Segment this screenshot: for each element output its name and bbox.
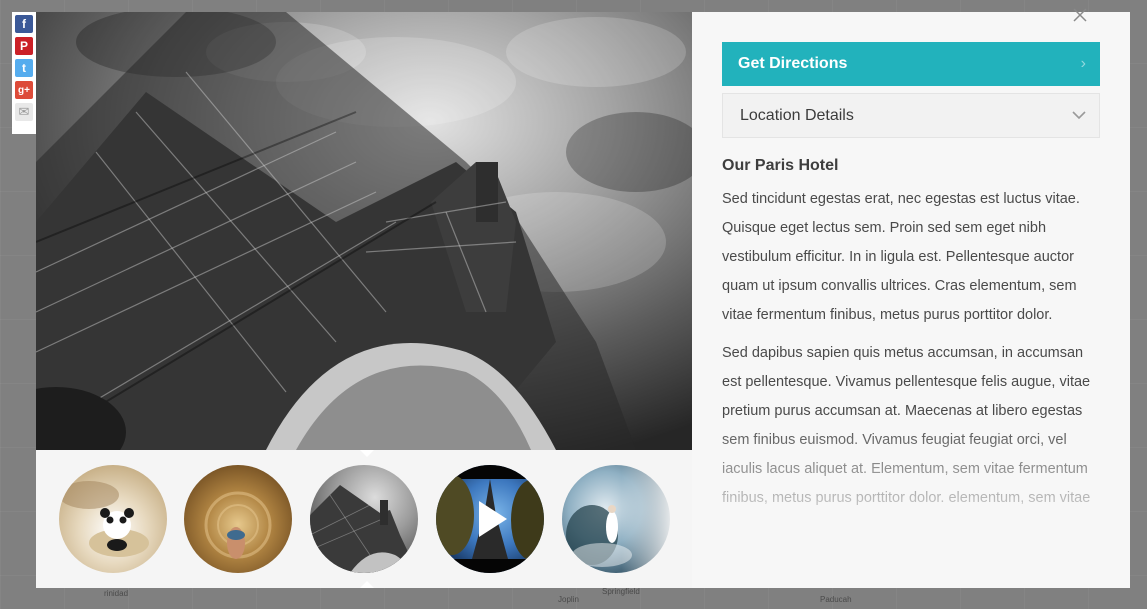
thumbnail-video[interactable] [436, 465, 544, 573]
share-email-button[interactable]: ✉ [15, 103, 33, 121]
chevron-down-icon [1072, 111, 1086, 120]
description-paragraph: Sed tincidunt egestas erat, nec egestas … [722, 191, 1080, 323]
play-icon [479, 501, 507, 537]
location-details-label: Location Details [740, 106, 854, 124]
description-paragraph: Sed dapibus sapien quis metus accumsan, … [722, 345, 1091, 506]
eiffel-tower-illustration [36, 12, 692, 450]
thumbnail-strip [36, 450, 692, 588]
facebook-icon: f [22, 17, 26, 31]
get-directions-button[interactable]: Get Directions › [722, 42, 1100, 86]
location-panel: Get Directions › Location Details Our Pa… [692, 12, 1130, 588]
location-details-toggle[interactable]: Location Details [722, 93, 1100, 138]
map-label: Joplin [558, 595, 579, 604]
close-button[interactable] [1071, 6, 1089, 24]
share-bar: f P t g+ ✉ [12, 12, 36, 134]
eiffel-tower-thumb-image [310, 485, 418, 573]
map-label: rinidad [104, 589, 129, 598]
hotel-description: Sed tincidunt egestas erat, nec egestas … [722, 185, 1100, 588]
close-icon [1073, 8, 1087, 22]
share-facebook-button[interactable]: f [15, 15, 33, 33]
map-label: Paducah [820, 595, 852, 604]
share-pinterest-button[interactable]: P [15, 37, 33, 55]
thumbnail-tunnel[interactable] [184, 465, 292, 573]
pinterest-icon: P [19, 39, 28, 53]
thumbnail-panda[interactable] [59, 465, 167, 573]
waterfall-image [566, 505, 632, 567]
thumbnail-eiffel-tower[interactable] [310, 465, 418, 573]
share-twitter-button[interactable]: t [15, 59, 33, 77]
thumbnail-waterfall[interactable] [562, 465, 670, 573]
active-pointer-bottom [360, 581, 374, 588]
map-label: Springfield [602, 587, 640, 596]
google-plus-icon: g+ [18, 84, 30, 96]
chevron-right-icon: › [1080, 55, 1086, 72]
location-modal: Get Directions › Location Details Our Pa… [36, 12, 1130, 588]
email-icon: ✉ [18, 104, 30, 119]
hero-image [36, 12, 692, 450]
panda-image [59, 481, 149, 557]
share-google-plus-button[interactable]: g+ [15, 81, 33, 99]
get-directions-label: Get Directions [738, 55, 848, 72]
hotel-title: Our Paris Hotel [722, 157, 839, 174]
active-pointer-top [360, 450, 374, 457]
twitter-icon: t [22, 61, 26, 75]
tunnel-image [204, 491, 272, 559]
